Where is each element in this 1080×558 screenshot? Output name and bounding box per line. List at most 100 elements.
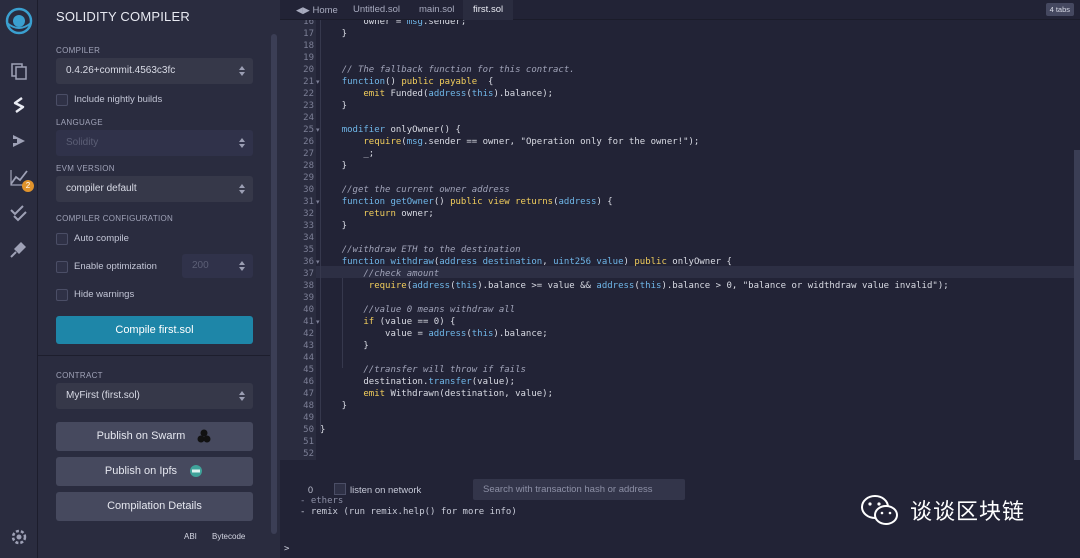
code-line: } bbox=[320, 161, 348, 171]
code-line: } bbox=[320, 221, 348, 231]
solidity-compiler-icon[interactable] bbox=[8, 94, 30, 116]
file-explorer-icon[interactable] bbox=[8, 60, 30, 82]
fold-arrow-icon[interactable]: ▾ bbox=[316, 78, 320, 86]
compiler-version-select[interactable]: 0.4.26+commit.4563c3fc bbox=[56, 58, 253, 84]
contract-value: MyFirst (first.sol) bbox=[66, 390, 140, 401]
line-number: 24 bbox=[303, 113, 314, 123]
line-number: 27 bbox=[303, 149, 314, 159]
tab-home-label: Home bbox=[312, 5, 338, 16]
remix-logo-icon[interactable] bbox=[4, 6, 34, 36]
publish-swarm-button[interactable]: Publish on Swarm bbox=[56, 422, 253, 451]
code-line: owner = msg.sender; bbox=[320, 20, 467, 27]
code-line: return owner; bbox=[363, 209, 434, 219]
contract-select[interactable]: MyFirst (first.sol) bbox=[56, 383, 253, 409]
tab-home[interactable]: ◀▶ Home bbox=[296, 0, 338, 20]
checkbox-box[interactable] bbox=[56, 261, 68, 273]
language-select: Solidity bbox=[56, 130, 253, 156]
publish-ipfs-label: Publish on Ipfs bbox=[104, 465, 178, 477]
home-icon: ◀▶ bbox=[296, 5, 310, 15]
fold-arrow-icon[interactable]: ▾ bbox=[316, 258, 320, 266]
fold-arrow-icon[interactable]: ▾ bbox=[316, 318, 320, 326]
compiler-version-value: 0.4.26+commit.4563c3fc bbox=[66, 65, 176, 76]
line-number: 17 bbox=[303, 29, 314, 39]
line-number: 33 bbox=[303, 221, 314, 231]
line-number: 40 bbox=[303, 305, 314, 315]
code-line: } bbox=[320, 401, 348, 411]
compile-button[interactable]: Compile first.sol bbox=[56, 316, 253, 344]
line-number: 44 bbox=[303, 353, 314, 363]
ipfs-icon bbox=[190, 465, 203, 478]
code-line: //check amount bbox=[363, 269, 440, 279]
fold-arrow-icon[interactable]: ▾ bbox=[316, 198, 320, 206]
optimization-runs-input: 200 bbox=[182, 254, 253, 278]
line-number: 50 bbox=[303, 425, 314, 435]
line-number: 28 bbox=[303, 161, 314, 171]
language-value: Solidity bbox=[66, 137, 99, 148]
deploy-run-icon[interactable] bbox=[8, 130, 30, 152]
code-line: emit Funded(address(this).balance); bbox=[363, 89, 554, 99]
code-editor[interactable]: 16 17 18 19 20 21 22 23 24 25 26 27 28 29 30 31 32 33 34 35… bbox=[280, 20, 1080, 460]
listen-network-label: listen on network bbox=[350, 485, 422, 496]
panel-title: SOLIDITY COMPILER bbox=[56, 9, 190, 24]
line-number: 20 bbox=[303, 65, 314, 75]
fold-arrow-icon[interactable]: ▾ bbox=[316, 126, 320, 134]
editor-scrollbar[interactable] bbox=[1074, 150, 1080, 460]
panel-scrollbar[interactable] bbox=[271, 34, 277, 534]
tab-main[interactable]: main.sol bbox=[419, 0, 454, 20]
icon-rail: 2 bbox=[0, 0, 38, 558]
line-number: 48 bbox=[303, 401, 314, 411]
contract-label: CONTRACT bbox=[56, 371, 103, 380]
plugin-plug-icon[interactable] bbox=[8, 238, 30, 260]
publish-swarm-label: Publish on Swarm bbox=[96, 430, 186, 442]
editor-tabs: ◀▶ Home Untitled.sol main.sol first.sol … bbox=[280, 0, 1080, 20]
checkbox-box[interactable] bbox=[56, 289, 68, 301]
code-line: } bbox=[320, 101, 348, 111]
code-line: value = address(this).balance; bbox=[320, 329, 548, 339]
line-number: 34 bbox=[303, 233, 314, 243]
code-line: // The fallback function for this contra… bbox=[341, 65, 575, 75]
code-area[interactable]: owner = msg.sender; } // The fallback fu… bbox=[316, 20, 1080, 460]
line-number: 36 bbox=[303, 257, 314, 267]
swarm-icon bbox=[197, 429, 211, 443]
terminal-pending-count: 0 bbox=[308, 485, 314, 495]
line-number: 43 bbox=[303, 341, 314, 351]
listen-network-checkbox[interactable] bbox=[334, 483, 346, 495]
line-number: 45 bbox=[303, 365, 314, 375]
tab-first[interactable]: first.sol bbox=[463, 0, 514, 20]
terminal-line: - remix (run remix.help() for more info) bbox=[300, 507, 517, 517]
hide-warnings-label: Hide warnings bbox=[74, 289, 135, 300]
line-number: 39 bbox=[303, 293, 314, 303]
line-number: 51 bbox=[303, 437, 314, 447]
notification-badge: 2 bbox=[22, 180, 34, 192]
line-number: 23 bbox=[303, 101, 314, 111]
line-gutter: 16 17 18 19 20 21 22 23 24 25 26 27 28 29 30 31 32 33 34 35… bbox=[280, 20, 314, 460]
tab-untitled[interactable]: Untitled.sol bbox=[353, 0, 400, 20]
code-line: //value 0 means withdraw all bbox=[363, 305, 516, 315]
bytecode-link[interactable]: Bytecode bbox=[212, 532, 245, 541]
testing-check-icon[interactable] bbox=[8, 202, 30, 224]
compilation-details-button[interactable]: Compilation Details bbox=[56, 492, 253, 521]
line-number: 21 bbox=[303, 77, 314, 87]
abi-link[interactable]: ABI bbox=[184, 532, 197, 541]
code-line: require(address(this).balance >= value &… bbox=[368, 281, 949, 291]
code-line: function withdraw(address destination, u… bbox=[341, 257, 732, 267]
line-number: 30 bbox=[303, 185, 314, 195]
compiler-panel: SOLIDITY COMPILER COMPILER 0.4.26+commit… bbox=[38, 0, 280, 558]
line-number: 29 bbox=[303, 173, 314, 183]
evm-version-select[interactable]: compiler default bbox=[56, 176, 253, 202]
checkbox-box[interactable] bbox=[56, 94, 68, 106]
settings-gear-icon[interactable] bbox=[8, 526, 30, 548]
terminal-prompt[interactable]: > bbox=[284, 544, 289, 554]
compiler-config-label: COMPILER CONFIGURATION bbox=[56, 214, 174, 223]
checkbox-box[interactable] bbox=[56, 233, 68, 245]
panel-divider bbox=[38, 355, 270, 356]
code-line: _; bbox=[320, 149, 375, 159]
publish-ipfs-button[interactable]: Publish on Ipfs bbox=[56, 457, 253, 486]
code-line: destination.transfer(value); bbox=[320, 377, 516, 387]
code-line: //withdraw ETH to the destination bbox=[341, 245, 521, 255]
line-number: 25 bbox=[303, 125, 314, 135]
transaction-search-input[interactable]: Search with transaction hash or address bbox=[473, 479, 685, 500]
tabs-count-badge[interactable]: 4 tabs bbox=[1045, 3, 1074, 16]
auto-compile-label: Auto compile bbox=[74, 233, 129, 244]
line-number: 19 bbox=[303, 53, 314, 63]
